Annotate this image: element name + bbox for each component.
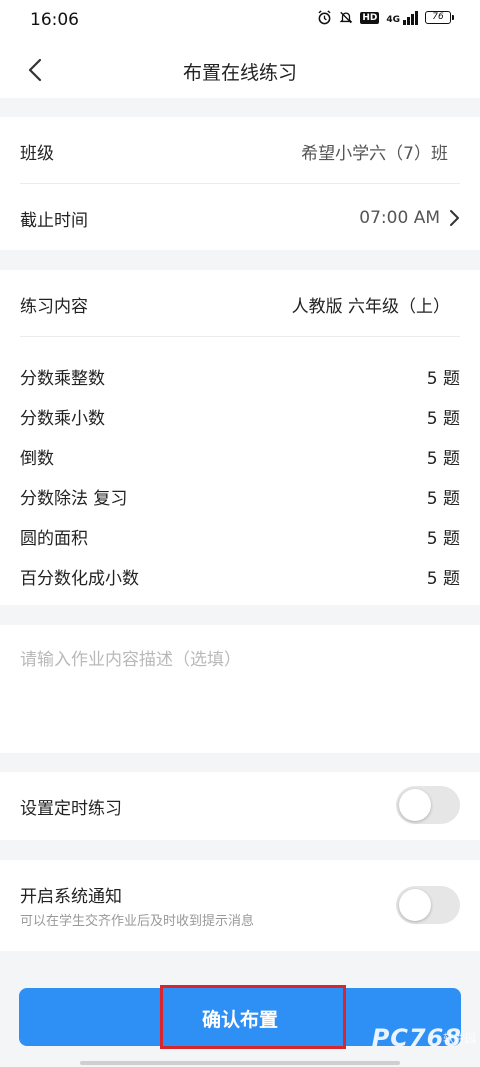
class-label: 班级: [20, 143, 54, 164]
description-input[interactable]: [20, 645, 460, 735]
content-label: 练习内容: [20, 296, 88, 317]
content-card: 练习内容 人教版 六年级（上） 分数乘整数 5 题 分数乘小数 5 题 倒数 5…: [0, 270, 480, 605]
notify-card: 开启系统通知 可以在学生交齐作业后及时收到提示消息: [0, 860, 480, 951]
battery-icon: 76: [425, 11, 454, 24]
deadline-label: 截止时间: [20, 210, 88, 231]
topic-name: 倒数: [20, 448, 54, 469]
toggle-knob: [399, 889, 431, 921]
topic-name: 分数除法 复习: [20, 488, 128, 509]
status-icons: HD 4G 76: [317, 10, 454, 25]
signal-icon: 4G: [386, 10, 418, 25]
topic-item: 分数乘整数 5 题: [20, 362, 460, 390]
textbook-value: 人教版 六年级（上）: [291, 296, 450, 317]
watermark-sub: 软件园: [443, 1032, 476, 1045]
topic-item: 倒数 5 题: [20, 442, 460, 470]
topic-name: 圆的面积: [20, 528, 88, 549]
topic-count: 5 题: [426, 448, 460, 469]
topic-count: 5 题: [426, 488, 460, 509]
notify-toggle[interactable]: [396, 886, 460, 924]
deadline-value-wrap: 07:00 AM: [359, 208, 460, 228]
hd-badge: HD: [360, 11, 380, 24]
class-value: 希望小学六（7）班: [301, 143, 448, 164]
battery-level: 76: [425, 11, 451, 24]
highlight-annotation: [160, 985, 346, 1049]
toggle-knob: [399, 789, 431, 821]
divider: [20, 183, 460, 184]
topic-count: 5 题: [426, 568, 460, 589]
timer-toggle[interactable]: [396, 786, 460, 824]
mute-bell-icon: [339, 11, 353, 24]
status-bar: 16:06 HD 4G 76: [0, 0, 480, 42]
home-indicator[interactable]: [80, 1061, 400, 1065]
notify-label: 开启系统通知: [20, 887, 122, 907]
class-row: 班级 希望小学六（7）班: [20, 137, 460, 165]
timer-label: 设置定时练习: [20, 799, 122, 819]
network-label: 4G: [386, 14, 400, 25]
page-title: 布置在线练习: [182, 62, 297, 84]
topic-name: 百分数化成小数: [20, 568, 139, 589]
topic-count: 5 题: [426, 368, 460, 389]
timer-card: 设置定时练习: [0, 772, 480, 840]
notify-subtitle: 可以在学生交齐作业后及时收到提示消息: [20, 914, 255, 929]
nav-bar: 布置在线练习: [0, 42, 480, 98]
topic-item: 百分数化成小数 5 题: [20, 562, 460, 590]
topic-count: 5 题: [426, 408, 460, 429]
alarm-icon: [318, 10, 331, 25]
topic-name: 分数乘整数: [20, 368, 105, 389]
topic-item: 分数除法 复习 5 题: [20, 482, 460, 510]
deadline-row[interactable]: 截止时间 07:00 AM: [20, 204, 460, 232]
topic-name: 分数乘小数: [20, 408, 105, 429]
deadline-value: 07:00 AM: [359, 208, 440, 228]
topic-item: 圆的面积 5 题: [20, 522, 460, 550]
divider: [20, 336, 460, 337]
status-time: 16:06: [30, 10, 79, 30]
chevron-right-icon: [450, 210, 459, 226]
topic-item: 分数乘小数 5 题: [20, 402, 460, 430]
description-card: [0, 625, 480, 753]
content-header-row: 练习内容 人教版 六年级（上）: [20, 290, 460, 318]
class-card: 班级 希望小学六（7）班 截止时间 07:00 AM: [0, 117, 480, 250]
topic-count: 5 题: [426, 528, 460, 549]
